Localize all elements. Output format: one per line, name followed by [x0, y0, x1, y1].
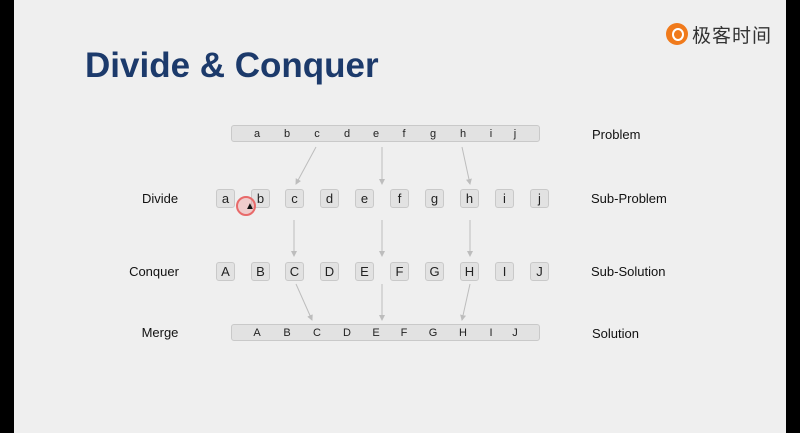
- sub-problem-box-e: e: [355, 189, 374, 208]
- sub-solution-box-d: D: [320, 262, 339, 281]
- sub-solution-box-f: F: [390, 262, 409, 281]
- solution-item-h: H: [459, 327, 467, 339]
- sub-problem-box-j: j: [530, 189, 549, 208]
- solution-item-f: F: [400, 327, 408, 339]
- problem-side-label: Problem: [592, 127, 641, 142]
- solution-item-g: G: [428, 327, 438, 339]
- sub-solution-box-c: C: [285, 262, 304, 281]
- merge-label: Merge: [141, 325, 179, 340]
- divide-side-label: Sub-Problem: [591, 191, 667, 206]
- divide-label: Divide: [141, 191, 179, 206]
- problem-item-h: h: [459, 128, 467, 140]
- sub-solution-box-b: B: [251, 262, 270, 281]
- arrows-layer: [291, 146, 473, 321]
- solution-item-j: J: [512, 327, 518, 339]
- problem-item-c: c: [314, 128, 320, 140]
- sub-problem-box-c: c: [285, 189, 304, 208]
- sub-problem-box-d: d: [320, 189, 339, 208]
- sub-solution-box-h: H: [460, 262, 479, 281]
- conquer-side-label: Sub-Solution: [591, 264, 666, 279]
- slide: Divide & Conquer 极客时间 abcdefghij Problem…: [14, 0, 786, 433]
- problem-item-f: f: [402, 128, 406, 140]
- sub-solution-box-j: J: [530, 262, 549, 281]
- sub-problem-box-i: i: [495, 189, 514, 208]
- solution-item-a: A: [253, 327, 261, 339]
- sub-solution-box-g: G: [425, 262, 444, 281]
- sub-problem-box-f: f: [390, 189, 409, 208]
- problem-item-e: e: [372, 128, 380, 140]
- problem-item-i: i: [489, 128, 493, 140]
- split-arrow-c: [295, 146, 317, 185]
- problem-item-g: g: [429, 128, 437, 140]
- merge-arrow-c: [295, 283, 313, 321]
- problem-bar: a b c d e f g h i j: [231, 125, 540, 142]
- problem-item-b: b: [283, 128, 291, 140]
- solution-item-i: I: [489, 327, 493, 339]
- sub-solution-box-a: A: [216, 262, 235, 281]
- solution-item-e: E: [372, 327, 380, 339]
- sub-problem-box-a: a: [216, 189, 235, 208]
- problem-item-a: a: [253, 128, 261, 140]
- sub-problem-box-h: h: [460, 189, 479, 208]
- sub-solution-box-i: I: [495, 262, 514, 281]
- sub-solution-box-e: E: [355, 262, 374, 281]
- merge-arrow-h: [460, 283, 471, 321]
- solution-item-d: D: [343, 327, 351, 339]
- merge-side-label: Solution: [592, 326, 639, 341]
- problem-item-d: d: [343, 128, 351, 140]
- sub-problem-box-g: g: [425, 189, 444, 208]
- problem-item-j: j: [513, 128, 517, 140]
- cursor-pointer-icon: ▲: [245, 201, 255, 212]
- solution-item-b: B: [283, 327, 291, 339]
- split-arrow-h: [461, 146, 472, 185]
- solution-bar: A B C D E F G H I J: [231, 324, 540, 341]
- conquer-label: Conquer: [129, 264, 179, 279]
- solution-item-c: C: [313, 327, 321, 339]
